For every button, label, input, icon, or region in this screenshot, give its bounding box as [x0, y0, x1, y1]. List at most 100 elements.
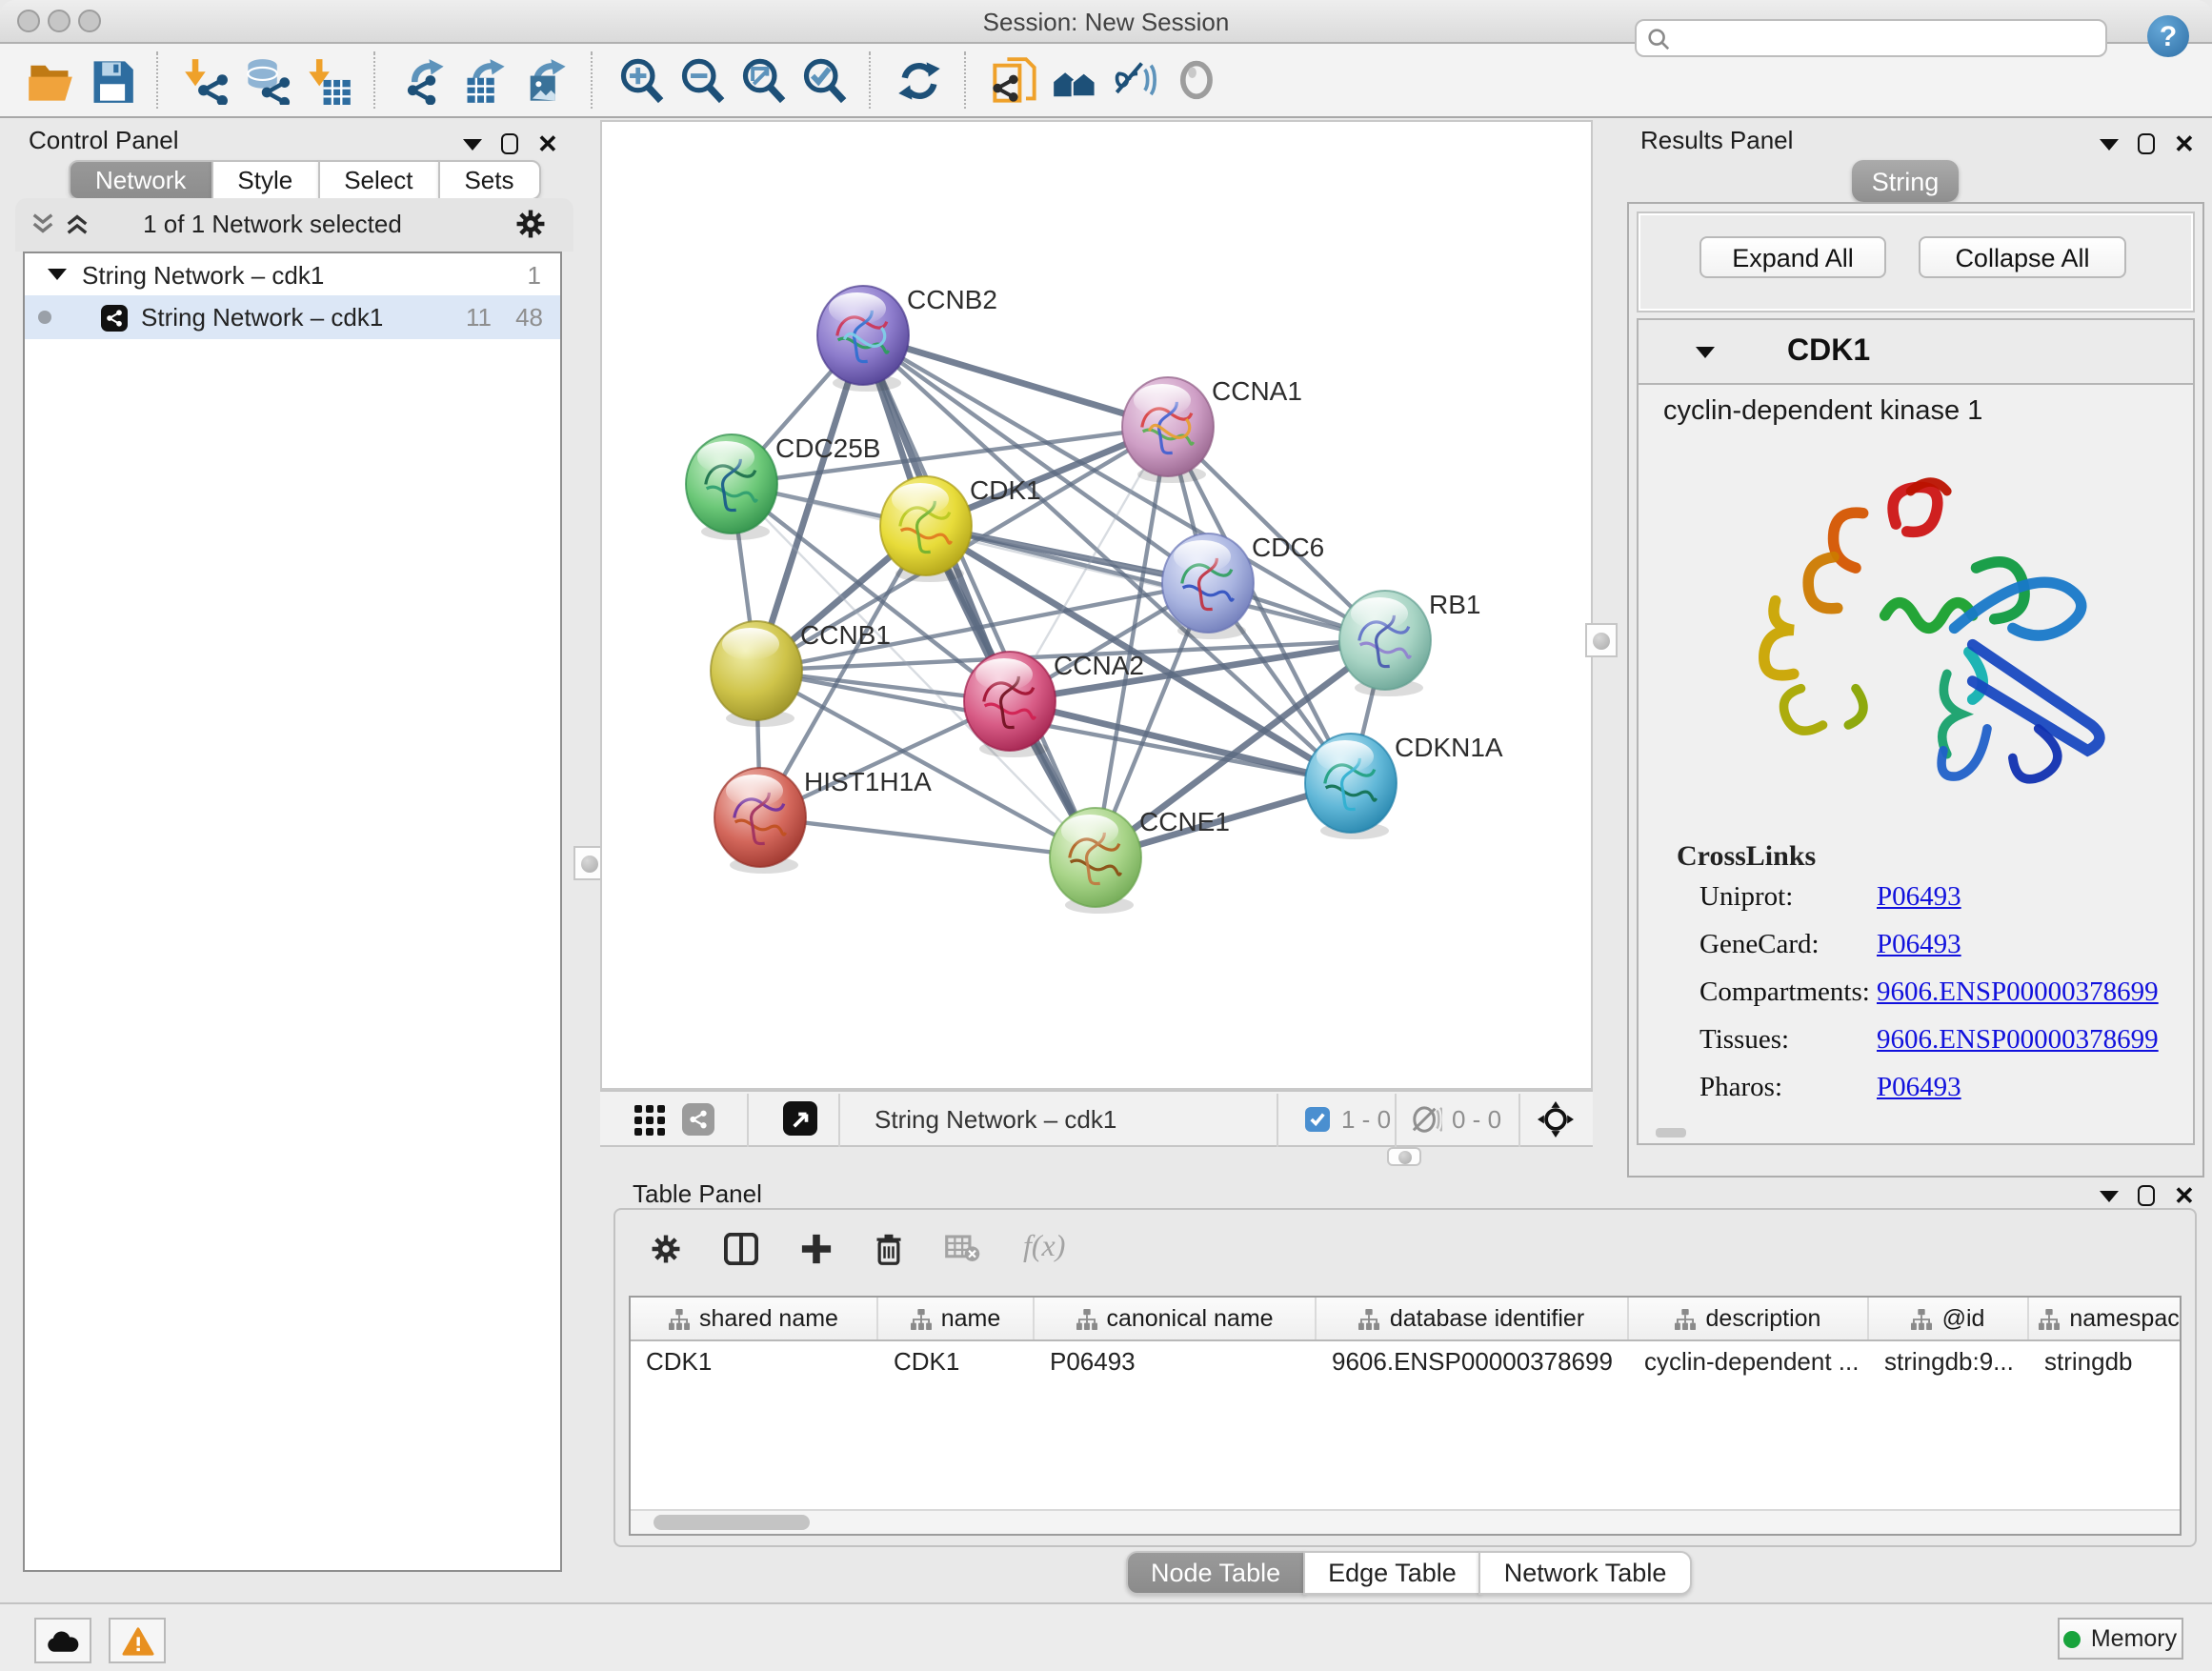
- delete-column-icon[interactable]: [875, 1232, 903, 1264]
- tab-string[interactable]: String: [1852, 160, 1959, 202]
- export-to-web-button[interactable]: [983, 50, 1044, 111]
- table-cell: stringdb: [2029, 1347, 2182, 1376]
- column-header-sharedname[interactable]: shared name: [631, 1298, 878, 1339]
- expand-all-button[interactable]: Expand All: [1699, 236, 1886, 278]
- network-label: String Network – cdk1: [141, 303, 383, 332]
- memory-button[interactable]: Memory: [2058, 1618, 2183, 1660]
- tab-select[interactable]: Select: [317, 160, 439, 200]
- tab-style[interactable]: Style: [211, 160, 319, 200]
- tab-edge-table[interactable]: Edge Table: [1303, 1551, 1481, 1595]
- float-panel-icon[interactable]: [2138, 1185, 2155, 1206]
- refresh-view-icon: [895, 56, 942, 104]
- grid-view-icon[interactable]: [634, 1105, 665, 1136]
- table-options-gear-icon[interactable]: [650, 1232, 682, 1264]
- help-button[interactable]: ?: [2147, 15, 2189, 57]
- node-CDKN1A[interactable]: CDKN1A: [1305, 733, 1503, 839]
- import-network-from-file-button[interactable]: [175, 50, 236, 111]
- string-query-icon: [1051, 56, 1098, 104]
- node-HIST1H1A[interactable]: HIST1H1A: [714, 767, 932, 874]
- float-menu-icon[interactable]: [2100, 1190, 2119, 1201]
- node-label-CCNA2: CCNA2: [1054, 651, 1144, 680]
- edge-HIST1H1A-CCNE1[interactable]: [760, 817, 1096, 857]
- table-cell: P06493: [1035, 1347, 1317, 1376]
- node-RB1[interactable]: RB1: [1339, 590, 1480, 696]
- import-network-from-database-icon: [243, 56, 291, 104]
- column-header-description[interactable]: description: [1629, 1298, 1869, 1339]
- warnings-button[interactable]: [109, 1618, 166, 1663]
- scrollbar-thumb[interactable]: [654, 1515, 810, 1530]
- node-label-CDC25B: CDC25B: [775, 433, 880, 463]
- import-table-from-file-button[interactable]: [297, 50, 358, 111]
- zoom-fit-content-button[interactable]: [732, 50, 793, 111]
- network-collection-row[interactable]: String Network – cdk1 1: [25, 253, 560, 295]
- network-current-bullet-icon: [38, 311, 51, 324]
- section-disclosure-icon[interactable]: [1696, 346, 1715, 357]
- results-panel-window-controls: ✕: [2100, 133, 2195, 154]
- export-network-button[interactable]: [392, 50, 453, 111]
- table-row[interactable]: CDK1CDK1P064939606.ENSP00000378699cyclin…: [631, 1341, 2180, 1381]
- zoom-out-button[interactable]: [671, 50, 732, 111]
- crosslink-link[interactable]: P06493: [1877, 930, 1961, 962]
- network-options-gear-icon[interactable]: [514, 208, 547, 240]
- cytoscape-window: Session: New Session ? Control Panel ✕ N…: [0, 0, 2212, 1671]
- tab-sets[interactable]: Sets: [437, 160, 540, 200]
- hide-graphics-details-button[interactable]: [1105, 50, 1166, 111]
- save-session-icon: [87, 56, 134, 104]
- save-session-button[interactable]: [80, 50, 141, 111]
- crosslink-link[interactable]: P06493: [1877, 1073, 1961, 1105]
- column-type-icon: [1359, 1308, 1380, 1329]
- import-network-from-database-button[interactable]: [236, 50, 297, 111]
- right-splitter-handle[interactable]: [1585, 623, 1618, 657]
- crosslink-link[interactable]: 9606.ENSP00000378699: [1877, 1025, 2159, 1057]
- float-panel-icon[interactable]: [2138, 133, 2155, 154]
- search-input[interactable]: [1635, 19, 2107, 57]
- collection-disclosure-icon[interactable]: [48, 269, 67, 280]
- column-header-namespace[interactable]: namespace: [2029, 1298, 2182, 1339]
- column-header-databaseidentifier[interactable]: database identifier: [1317, 1298, 1629, 1339]
- tab-network-table[interactable]: Network Table: [1479, 1551, 1692, 1595]
- collapse-all-button[interactable]: Collapse All: [1919, 236, 2126, 278]
- node-CCNB1[interactable]: CCNB1: [711, 620, 891, 727]
- tab-network[interactable]: Network: [69, 160, 212, 200]
- cdk1-section-header[interactable]: CDK1: [1639, 320, 2193, 385]
- horizontal-splitter-handle[interactable]: [1387, 1147, 1421, 1166]
- column-header-id[interactable]: @id: [1869, 1298, 2029, 1339]
- column-header-canonicalname[interactable]: canonical name: [1035, 1298, 1317, 1339]
- selected-checkbox-icon[interactable]: [1305, 1107, 1330, 1132]
- string-query-button[interactable]: [1044, 50, 1105, 111]
- open-full-view-icon[interactable]: [783, 1101, 817, 1136]
- add-column-icon[interactable]: [800, 1232, 833, 1264]
- float-menu-icon[interactable]: [2100, 138, 2119, 150]
- birdseye-navigator-icon[interactable]: [1538, 1101, 1574, 1137]
- crosslink-link[interactable]: 9606.ENSP00000378699: [1877, 977, 2159, 1010]
- close-panel-icon[interactable]: ✕: [2174, 1186, 2195, 1205]
- column-header-name[interactable]: name: [878, 1298, 1035, 1339]
- export-table-button[interactable]: [453, 50, 514, 111]
- edge-CCNB2-CCNA1[interactable]: [863, 335, 1168, 427]
- zoom-in-button[interactable]: [610, 50, 671, 111]
- node-CCNE1[interactable]: CCNE1: [1050, 807, 1230, 914]
- table-horizontal-scrollbar[interactable]: [631, 1509, 2180, 1534]
- close-panel-icon[interactable]: ✕: [2174, 134, 2195, 153]
- open-session-button[interactable]: [19, 50, 80, 111]
- refresh-view-button[interactable]: [888, 50, 949, 111]
- float-panel-icon[interactable]: [501, 133, 518, 154]
- float-menu-icon[interactable]: [463, 138, 482, 150]
- section-scrollbar-thumb[interactable]: [1656, 1128, 1686, 1137]
- network-canvas[interactable]: CCNB2 CCNA1 CDC25B CDK1 CDC6 RB1 CCNB1: [600, 120, 1593, 1090]
- network-row-selected[interactable]: String Network – cdk1 11 48: [25, 295, 560, 339]
- node-CDK1[interactable]: CDK1: [880, 475, 1041, 582]
- node-CCNA1[interactable]: CCNA1: [1122, 376, 1302, 483]
- level-of-detail-eye-button[interactable]: [1166, 50, 1227, 111]
- close-panel-icon[interactable]: ✕: [537, 134, 558, 153]
- crosslink-link[interactable]: P06493: [1877, 882, 1961, 915]
- tab-node-table[interactable]: Node Table: [1126, 1551, 1305, 1595]
- node-table[interactable]: shared namenamecanonical namedatabase id…: [629, 1296, 2182, 1536]
- show-columns-icon[interactable]: [724, 1232, 758, 1264]
- string-results-container: Expand All Collapse All CDK1 cyclin-depe…: [1627, 202, 2204, 1178]
- network-share-icon[interactable]: [682, 1103, 714, 1136]
- cloud-status-button[interactable]: [34, 1618, 91, 1663]
- node-CDC6[interactable]: CDC6: [1162, 533, 1324, 639]
- export-image-button[interactable]: [514, 50, 575, 111]
- zoom-selected-button[interactable]: [793, 50, 854, 111]
